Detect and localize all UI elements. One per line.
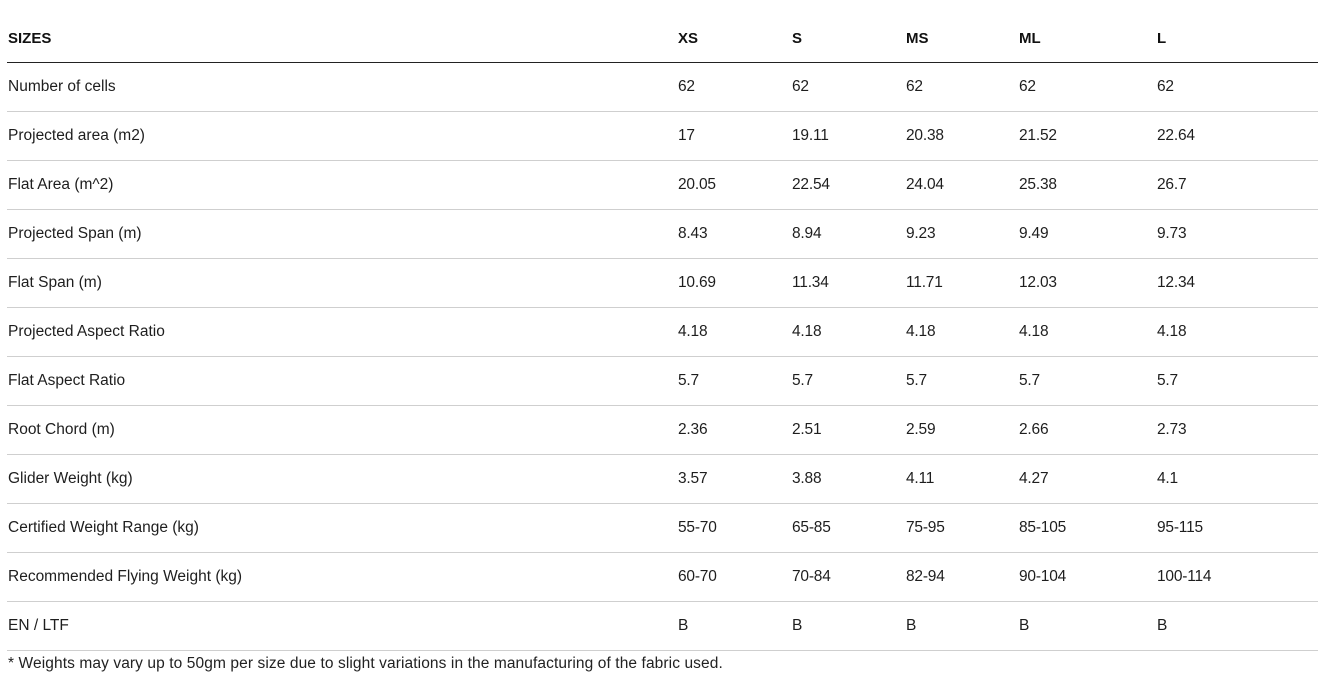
table-row: Number of cells 62 62 62 62 62 xyxy=(7,62,1318,112)
cell-ms: 20.38 xyxy=(898,111,1011,161)
cell-l: 4.1 xyxy=(1149,454,1318,504)
cell-s: 5.7 xyxy=(784,356,898,406)
cell-ms: 82-94 xyxy=(898,552,1011,602)
size-specs-table: SIZES XS S MS ML L Number of cells 62 62 62… xyxy=(7,14,1318,651)
cell-xs: 5.7 xyxy=(670,356,784,406)
table-row: Root Chord (m) 2.36 2.51 2.59 2.66 2.73 xyxy=(7,405,1318,455)
cell-l: 4.18 xyxy=(1149,307,1318,357)
cell-ms: 4.18 xyxy=(898,307,1011,357)
cell-ms: 5.7 xyxy=(898,356,1011,406)
table-body: Number of cells 62 62 62 62 62 Projected area … xyxy=(7,62,1318,651)
table-row: Recommended Flying Weight (kg) 60-70 70-84… xyxy=(7,552,1318,602)
cell-xs: 62 xyxy=(670,62,784,112)
cell-ms: 2.59 xyxy=(898,405,1011,455)
cell-ml: 9.49 xyxy=(1011,209,1149,259)
cell-l: 5.7 xyxy=(1149,356,1318,406)
header-sizes-label: SIZES xyxy=(7,14,670,63)
cell-xs: 20.05 xyxy=(670,160,784,210)
row-label: Number of cells xyxy=(7,62,670,112)
cell-ml: 62 xyxy=(1011,62,1149,112)
specs-section: SIZES XS S MS ML L Number of cells 62 62 62… xyxy=(7,14,1318,673)
cell-l: 95-115 xyxy=(1149,503,1318,553)
header-size-xs: XS xyxy=(670,14,784,63)
row-label: Flat Area (m^2) xyxy=(7,160,670,210)
cell-ml: 4.18 xyxy=(1011,307,1149,357)
row-label: Glider Weight (kg) xyxy=(7,454,670,504)
row-label: Projected Aspect Ratio xyxy=(7,307,670,357)
row-label: EN / LTF xyxy=(7,601,670,651)
cell-s: B xyxy=(784,601,898,651)
cell-s: 70-84 xyxy=(784,552,898,602)
cell-s: 65-85 xyxy=(784,503,898,553)
cell-ms: 9.23 xyxy=(898,209,1011,259)
table-row: EN / LTF B B B B B xyxy=(7,601,1318,651)
cell-s: 8.94 xyxy=(784,209,898,259)
header-size-l: L xyxy=(1149,14,1318,63)
table-row: Projected area (m2) 17 19.11 20.38 21.52 22.6… xyxy=(7,111,1318,161)
cell-ms: 75-95 xyxy=(898,503,1011,553)
cell-xs: 60-70 xyxy=(670,552,784,602)
row-label: Flat Span (m) xyxy=(7,258,670,308)
cell-xs: 55-70 xyxy=(670,503,784,553)
cell-xs: 3.57 xyxy=(670,454,784,504)
header-size-ml: ML xyxy=(1011,14,1149,63)
cell-ml: 5.7 xyxy=(1011,356,1149,406)
cell-ml: 12.03 xyxy=(1011,258,1149,308)
cell-s: 4.18 xyxy=(784,307,898,357)
row-label: Certified Weight Range (kg) xyxy=(7,503,670,553)
row-label: Root Chord (m) xyxy=(7,405,670,455)
header-size-ms: MS xyxy=(898,14,1011,63)
footnote: * Weights may vary up to 50gm per size d… xyxy=(8,655,723,672)
cell-ms: 4.11 xyxy=(898,454,1011,504)
cell-ms: 24.04 xyxy=(898,160,1011,210)
cell-xs: 17 xyxy=(670,111,784,161)
cell-l: 62 xyxy=(1149,62,1318,112)
cell-ml: B xyxy=(1011,601,1149,651)
cell-ml: 21.52 xyxy=(1011,111,1149,161)
cell-l: 26.7 xyxy=(1149,160,1318,210)
cell-s: 11.34 xyxy=(784,258,898,308)
cell-l: 9.73 xyxy=(1149,209,1318,259)
cell-s: 22.54 xyxy=(784,160,898,210)
cell-ml: 90-104 xyxy=(1011,552,1149,602)
table-row: Certified Weight Range (kg) 55-70 65-85 75-… xyxy=(7,503,1318,553)
cell-s: 2.51 xyxy=(784,405,898,455)
cell-l: 12.34 xyxy=(1149,258,1318,308)
cell-ml: 25.38 xyxy=(1011,160,1149,210)
cell-xs: 8.43 xyxy=(670,209,784,259)
cell-ml: 4.27 xyxy=(1011,454,1149,504)
cell-ml: 2.66 xyxy=(1011,405,1149,455)
row-label: Recommended Flying Weight (kg) xyxy=(7,552,670,602)
table-row: Projected Span (m) 8.43 8.94 9.23 9.49 9.73 xyxy=(7,209,1318,259)
row-label: Flat Aspect Ratio xyxy=(7,356,670,406)
cell-s: 62 xyxy=(784,62,898,112)
cell-xs: 10.69 xyxy=(670,258,784,308)
cell-s: 19.11 xyxy=(784,111,898,161)
cell-l: 2.73 xyxy=(1149,405,1318,455)
cell-ms: 11.71 xyxy=(898,258,1011,308)
cell-xs: 4.18 xyxy=(670,307,784,357)
table-row: Projected Aspect Ratio 4.18 4.18 4.18 4.18 4.… xyxy=(7,307,1318,357)
row-label: Projected area (m2) xyxy=(7,111,670,161)
cell-s: 3.88 xyxy=(784,454,898,504)
cell-xs: B xyxy=(670,601,784,651)
table-row: Flat Aspect Ratio 5.7 5.7 5.7 5.7 5.7 xyxy=(7,356,1318,406)
header-row: SIZES XS S MS ML L xyxy=(7,14,1318,63)
cell-l: B xyxy=(1149,601,1318,651)
cell-ms: 62 xyxy=(898,62,1011,112)
cell-l: 100-114 xyxy=(1149,552,1318,602)
header-size-s: S xyxy=(784,14,898,63)
table-header: SIZES XS S MS ML L xyxy=(7,14,1318,63)
cell-l: 22.64 xyxy=(1149,111,1318,161)
cell-ml: 85-105 xyxy=(1011,503,1149,553)
row-label: Projected Span (m) xyxy=(7,209,670,259)
cell-xs: 2.36 xyxy=(670,405,784,455)
cell-ms: B xyxy=(898,601,1011,651)
table-row: Glider Weight (kg) 3.57 3.88 4.11 4.27 4.1 xyxy=(7,454,1318,504)
table-row: Flat Span (m) 10.69 11.34 11.71 12.03 12.34 xyxy=(7,258,1318,308)
table-row: Flat Area (m^2) 20.05 22.54 24.04 25.38 26.7 xyxy=(7,160,1318,210)
